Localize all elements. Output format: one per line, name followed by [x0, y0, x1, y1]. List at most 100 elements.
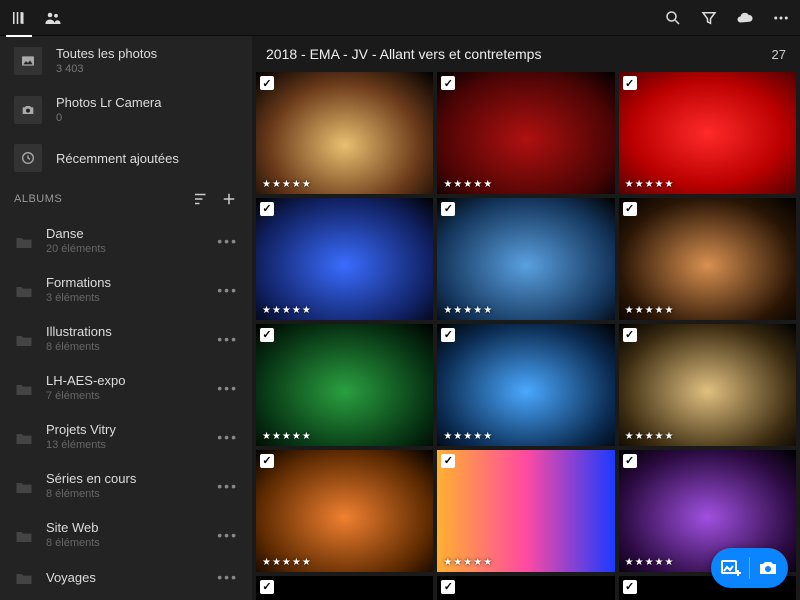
more-icon[interactable]	[772, 9, 790, 27]
album-more-icon[interactable]: •••	[217, 380, 238, 396]
clock-icon	[14, 144, 42, 172]
photo-thumbnail[interactable]: ★★★★★	[256, 72, 433, 194]
add-image-icon	[719, 556, 743, 580]
album-more-icon[interactable]: •••	[217, 429, 238, 445]
album-more-icon[interactable]: •••	[217, 527, 238, 543]
rating-stars: ★★★★★	[625, 431, 675, 442]
camera-icon	[14, 96, 42, 124]
album-count: 8 éléments	[46, 341, 112, 353]
selected-check-icon[interactable]	[260, 202, 274, 216]
add-photos-fab[interactable]	[711, 548, 788, 588]
albums-header-label: ALBUMS	[14, 193, 62, 205]
folder-icon	[14, 233, 34, 249]
photo-thumbnail[interactable]: ★★★★★	[256, 324, 433, 446]
rating-stars: ★★★★★	[262, 305, 312, 316]
photo-thumbnail[interactable]	[437, 576, 614, 600]
selected-check-icon[interactable]	[260, 454, 274, 468]
photo-thumbnail[interactable]: ★★★★★	[619, 198, 796, 320]
lib-item-count: 3 403	[56, 63, 157, 75]
selected-check-icon[interactable]	[623, 328, 637, 342]
selected-check-icon[interactable]	[623, 454, 637, 468]
selected-check-icon[interactable]	[441, 202, 455, 216]
album-name: Projets Vitry	[46, 422, 116, 437]
album-name: Formations	[46, 275, 111, 290]
photo-thumbnail[interactable]: ★★★★★	[437, 450, 614, 572]
album-row[interactable]: Danse 20 éléments •••	[0, 216, 252, 265]
album-row[interactable]: Formations 3 éléments •••	[0, 265, 252, 314]
selected-check-icon[interactable]	[441, 580, 455, 594]
photos-icon	[14, 47, 42, 75]
album-name: Danse	[46, 226, 106, 241]
library-tab-icon[interactable]	[10, 9, 28, 27]
selected-check-icon[interactable]	[623, 76, 637, 90]
folder-icon	[14, 331, 34, 347]
albums-header: ALBUMS	[0, 182, 252, 216]
folder-icon	[14, 380, 34, 396]
album-row[interactable]: Illustrations 8 éléments •••	[0, 314, 252, 363]
album-more-icon[interactable]: •••	[217, 282, 238, 298]
selected-check-icon[interactable]	[260, 76, 274, 90]
lib-all-photos[interactable]: Toutes les photos 3 403	[0, 36, 252, 85]
sort-icon[interactable]	[192, 190, 210, 208]
folder-icon	[14, 527, 34, 543]
album-count: 13 éléments	[46, 439, 116, 451]
rating-stars: ★★★★★	[443, 305, 493, 316]
search-icon[interactable]	[664, 9, 682, 27]
rating-stars: ★★★★★	[443, 557, 493, 568]
filter-icon[interactable]	[700, 9, 718, 27]
photo-thumbnail[interactable]	[256, 576, 433, 600]
folder-icon	[14, 282, 34, 298]
album-title: 2018 - EMA - JV - Allant vers et contret…	[266, 46, 541, 62]
folder-icon	[14, 569, 34, 585]
add-icon[interactable]	[220, 190, 238, 208]
photo-thumbnail[interactable]: ★★★★★	[437, 198, 614, 320]
camera-capture-icon	[756, 556, 780, 580]
rating-stars: ★★★★★	[262, 431, 312, 442]
selected-check-icon[interactable]	[441, 328, 455, 342]
people-tab-icon[interactable]	[44, 9, 62, 27]
photo-thumbnail[interactable]: ★★★★★	[437, 72, 614, 194]
selected-check-icon[interactable]	[441, 76, 455, 90]
photo-thumbnail[interactable]: ★★★★★	[256, 198, 433, 320]
selected-check-icon[interactable]	[260, 328, 274, 342]
rating-stars: ★★★★★	[443, 179, 493, 190]
album-row[interactable]: Séries en cours 8 éléments •••	[0, 461, 252, 510]
main-header: 2018 - EMA - JV - Allant vers et contret…	[252, 36, 800, 68]
lib-recent[interactable]: Récemment ajoutées	[0, 134, 252, 182]
photo-thumbnail[interactable]: ★★★★★	[619, 324, 796, 446]
selected-check-icon[interactable]	[623, 580, 637, 594]
album-row[interactable]: Voyages •••	[0, 559, 252, 595]
selected-check-icon[interactable]	[623, 202, 637, 216]
top-bar	[0, 0, 800, 36]
rating-stars: ★★★★★	[625, 305, 675, 316]
lib-item-count: 0	[56, 112, 162, 124]
album-name: Séries en cours	[46, 471, 136, 486]
album-name: Voyages	[46, 570, 96, 585]
album-more-icon[interactable]: •••	[217, 478, 238, 494]
photo-thumbnail[interactable]: ★★★★★	[437, 324, 614, 446]
album-count: 27	[772, 47, 786, 62]
album-row[interactable]: Projets Vitry 13 éléments •••	[0, 412, 252, 461]
rating-stars: ★★★★★	[262, 557, 312, 568]
rating-stars: ★★★★★	[625, 179, 675, 190]
lib-lr-camera[interactable]: Photos Lr Camera 0	[0, 85, 252, 134]
photo-thumbnail[interactable]: ★★★★★	[256, 450, 433, 572]
main-panel: 2018 - EMA - JV - Allant vers et contret…	[252, 36, 800, 600]
folder-icon	[14, 478, 34, 494]
album-more-icon[interactable]: •••	[217, 569, 238, 585]
sidebar: Toutes les photos 3 403 Photos Lr Camera…	[0, 36, 252, 600]
album-count: 8 éléments	[46, 488, 136, 500]
rating-stars: ★★★★★	[262, 179, 312, 190]
album-more-icon[interactable]: •••	[217, 331, 238, 347]
album-count: 20 éléments	[46, 243, 106, 255]
album-count: 7 éléments	[46, 390, 125, 402]
selected-check-icon[interactable]	[441, 454, 455, 468]
photo-thumbnail[interactable]: ★★★★★	[619, 72, 796, 194]
album-row[interactable]: Site Web8 éléments•••	[0, 510, 252, 559]
selected-check-icon[interactable]	[260, 580, 274, 594]
album-name: Illustrations	[46, 324, 112, 339]
album-count: 3 éléments	[46, 292, 111, 304]
cloud-icon[interactable]	[736, 9, 754, 27]
album-row[interactable]: LH-AES-expo7 éléments•••	[0, 363, 252, 412]
album-more-icon[interactable]: •••	[217, 233, 238, 249]
